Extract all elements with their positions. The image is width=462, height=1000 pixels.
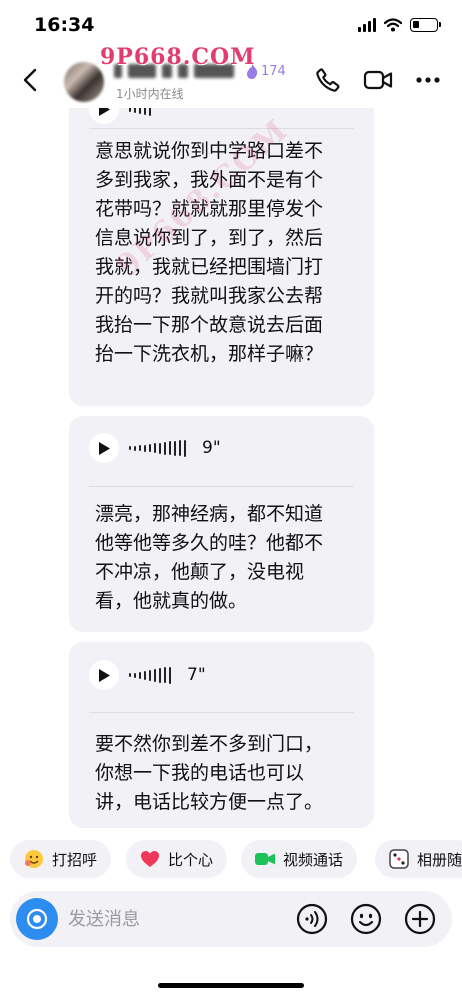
flame-icon bbox=[247, 64, 258, 79]
play-icon bbox=[98, 441, 110, 455]
status-time: 16:34 bbox=[34, 14, 95, 36]
chip-label: 打招呼 bbox=[52, 850, 98, 869]
online-status: 1小时内在线 bbox=[116, 87, 184, 101]
more-icon bbox=[416, 77, 440, 83]
quick-reply-random[interactable]: 相册随 bbox=[375, 840, 462, 878]
chip-label: 相册随 bbox=[417, 850, 462, 869]
video-call-icon bbox=[255, 852, 275, 866]
back-icon bbox=[23, 68, 37, 92]
voice-player[interactable]: 7" bbox=[89, 660, 206, 690]
play-icon bbox=[98, 108, 110, 116]
voice-transcript: 要不然你到差不多到门口， 你想一下我的电话也可以 讲，电话比较方便一点了。 bbox=[95, 733, 324, 813]
home-indicator[interactable] bbox=[158, 983, 304, 988]
camera-button[interactable] bbox=[16, 898, 58, 940]
camera-icon bbox=[26, 908, 48, 930]
quick-reply-bar[interactable]: 打招呼 比个心 视频通话 相册随 bbox=[0, 838, 462, 882]
heart-icon bbox=[140, 850, 160, 868]
chat-header: 9P668.COM 174 1小时内在线 bbox=[0, 44, 462, 108]
video-call-button[interactable] bbox=[362, 64, 394, 96]
voice-player[interactable] bbox=[89, 108, 151, 124]
waveform-icon bbox=[129, 439, 186, 457]
message-input[interactable] bbox=[68, 903, 268, 935]
voice-transcript: 漂亮，那神经病，都不知道 他等他等多久的哇？他都不 不冲凉，他颠了，没电视 看，… bbox=[95, 503, 324, 612]
video-camera-icon bbox=[363, 70, 393, 90]
voice-message-bubble[interactable]: 意思就说你到中学路口差不 多到我家，我外面不是有个 花带吗？就就就那里停发个 信… bbox=[69, 108, 374, 406]
play-button[interactable] bbox=[89, 108, 119, 124]
call-button[interactable] bbox=[312, 64, 344, 96]
emoji-button[interactable] bbox=[348, 901, 384, 937]
more-actions-button[interactable] bbox=[402, 901, 438, 937]
divider bbox=[89, 486, 354, 487]
back-button[interactable] bbox=[14, 60, 46, 100]
status-icons bbox=[358, 18, 441, 32]
quick-reply-video-call[interactable]: 视频通话 bbox=[241, 840, 358, 878]
battery-icon bbox=[410, 18, 441, 32]
divider bbox=[89, 128, 354, 129]
flame-count: 174 bbox=[261, 64, 286, 79]
message-input-bar bbox=[10, 891, 452, 947]
play-button[interactable] bbox=[89, 660, 119, 690]
wave-emoji-icon bbox=[24, 849, 44, 869]
voice-message-bubble[interactable]: 9" 漂亮，那神经病，都不知道 他等他等多久的哇？他都不 不冲凉，他颠了，没电视… bbox=[69, 416, 374, 632]
voice-transcript: 意思就说你到中学路口差不 多到我家，我外面不是有个 花带吗？就就就那里停发个 信… bbox=[95, 140, 324, 365]
voice-input-button[interactable] bbox=[294, 901, 330, 937]
divider bbox=[89, 712, 354, 713]
quick-reply-greet[interactable]: 打招呼 bbox=[10, 840, 112, 878]
quick-reply-heart[interactable]: 比个心 bbox=[126, 840, 228, 878]
watermark: 9P668.COM bbox=[100, 44, 256, 70]
waveform-icon bbox=[129, 108, 151, 116]
cellular-signal-icon bbox=[358, 18, 376, 32]
wifi-icon bbox=[384, 18, 402, 32]
play-button[interactable] bbox=[89, 433, 119, 463]
emoji-icon bbox=[350, 903, 382, 935]
chip-label: 视频通话 bbox=[283, 850, 344, 869]
dice-icon bbox=[389, 849, 409, 869]
chip-label: 比个心 bbox=[168, 850, 214, 869]
phone-icon bbox=[316, 68, 340, 92]
plus-icon bbox=[404, 903, 436, 935]
more-button[interactable] bbox=[412, 64, 444, 96]
voice-duration: 7" bbox=[187, 665, 206, 685]
play-icon bbox=[98, 668, 110, 682]
voice-message-bubble[interactable]: 7" 要不然你到差不多到门口， 你想一下我的电话也可以 讲，电话比较方便一点了。 bbox=[69, 642, 374, 828]
flame-badge[interactable]: 174 bbox=[246, 64, 286, 79]
voice-duration: 9" bbox=[202, 438, 221, 458]
voice-player[interactable]: 9" bbox=[89, 433, 221, 463]
waveform-icon bbox=[129, 666, 171, 684]
avatar[interactable] bbox=[64, 62, 104, 102]
voice-input-icon bbox=[296, 903, 328, 935]
message-list[interactable]: 意思就说你到中学路口差不 多到我家，我外面不是有个 花带吗？就就就那里停发个 信… bbox=[0, 108, 462, 834]
